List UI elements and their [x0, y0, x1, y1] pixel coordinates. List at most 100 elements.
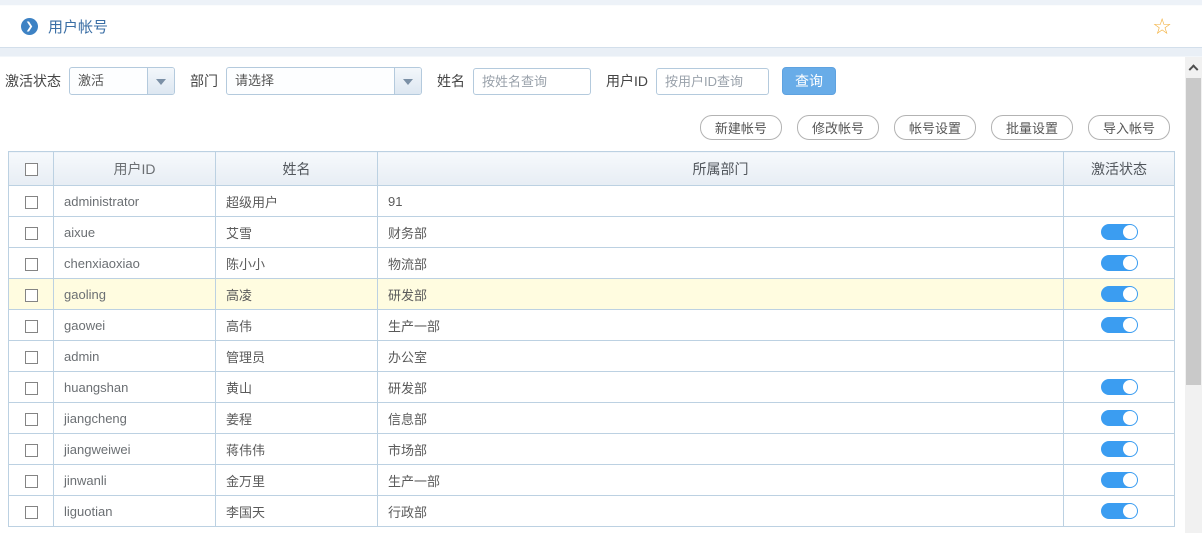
- cell-name: 金万里: [216, 465, 378, 496]
- modify-account-button[interactable]: 修改帐号: [797, 115, 879, 140]
- cell-department: 财务部: [378, 217, 1064, 248]
- cell-department: 行政部: [378, 496, 1064, 527]
- row-checkbox[interactable]: [25, 227, 38, 240]
- toggle-knob: [1123, 411, 1137, 425]
- row-checkbox[interactable]: [25, 444, 38, 457]
- table-row[interactable]: administrator超级用户91: [9, 186, 1175, 217]
- table-row[interactable]: chenxiaoxiao陈小小物流部: [9, 248, 1175, 279]
- status-toggle-on[interactable]: [1101, 224, 1138, 240]
- table-row[interactable]: jiangcheng姜程信息部: [9, 403, 1175, 434]
- cell-name: 管理员: [216, 341, 378, 372]
- vertical-scrollbar[interactable]: [1185, 57, 1202, 533]
- cell-user-id: jinwanli: [54, 465, 216, 496]
- page-header: ❯ 用户帐号 ☆: [0, 6, 1202, 48]
- scrollbar-thumb[interactable]: [1186, 78, 1201, 385]
- name-search-input[interactable]: [473, 68, 591, 95]
- cell-name: 高凌: [216, 279, 378, 310]
- row-checkbox[interactable]: [25, 320, 38, 333]
- cell-department: 信息部: [378, 403, 1064, 434]
- status-toggle-on[interactable]: [1101, 255, 1138, 271]
- cell-status: [1064, 217, 1175, 248]
- column-name: 姓名: [216, 152, 378, 186]
- status-dropdown-value: 激活: [70, 68, 147, 94]
- arrow-circle-icon: ❯: [21, 18, 38, 35]
- column-status: 激活状态: [1064, 152, 1175, 186]
- cell-name: 李国天: [216, 496, 378, 527]
- cell-status: [1064, 372, 1175, 403]
- select-all-checkbox[interactable]: [25, 163, 38, 176]
- status-toggle-on[interactable]: [1101, 503, 1138, 519]
- table-row[interactable]: gaoling高凌研发部: [9, 279, 1175, 310]
- toggle-knob: [1123, 442, 1137, 456]
- row-checkbox[interactable]: [25, 413, 38, 426]
- row-checkbox[interactable]: [25, 506, 38, 519]
- cell-user-id: administrator: [54, 186, 216, 217]
- cell-user-id: gaoling: [54, 279, 216, 310]
- row-checkbox[interactable]: [25, 382, 38, 395]
- toggle-knob: [1123, 318, 1137, 332]
- table-row[interactable]: admin管理员办公室: [9, 341, 1175, 372]
- cell-user-id: chenxiaoxiao: [54, 248, 216, 279]
- status-dropdown-button[interactable]: [147, 68, 174, 94]
- cell-status: [1064, 465, 1175, 496]
- cell-user-id: admin: [54, 341, 216, 372]
- cell-name: 陈小小: [216, 248, 378, 279]
- toggle-knob: [1123, 287, 1137, 301]
- cell-name: 蒋伟伟: [216, 434, 378, 465]
- new-account-button[interactable]: 新建帐号: [700, 115, 782, 140]
- toggle-knob: [1123, 504, 1137, 518]
- import-account-button[interactable]: 导入帐号: [1088, 115, 1170, 140]
- status-toggle-on[interactable]: [1101, 410, 1138, 426]
- filter-bar: 激活状态 激活 部门 请选择 姓名 用户ID 查询: [0, 61, 1202, 101]
- cell-status: [1064, 403, 1175, 434]
- toggle-knob: [1123, 225, 1137, 239]
- table-row[interactable]: gaowei高伟生产一部: [9, 310, 1175, 341]
- account-table-body: administrator超级用户91aixue艾雪财务部chenxiaoxia…: [9, 186, 1175, 527]
- cell-status: [1064, 186, 1175, 217]
- account-settings-button[interactable]: 帐号设置: [894, 115, 976, 140]
- name-filter-label: 姓名: [437, 71, 465, 91]
- status-toggle-on[interactable]: [1101, 472, 1138, 488]
- batch-settings-button[interactable]: 批量设置: [991, 115, 1073, 140]
- userid-search-input[interactable]: [656, 68, 769, 95]
- table-row[interactable]: jiangweiwei蒋伟伟市场部: [9, 434, 1175, 465]
- row-checkbox[interactable]: [25, 475, 38, 488]
- cell-department: 研发部: [378, 279, 1064, 310]
- toggle-knob: [1123, 473, 1137, 487]
- cell-status: [1064, 341, 1175, 372]
- table-row[interactable]: liguotian李国天行政部: [9, 496, 1175, 527]
- status-toggle-on[interactable]: [1101, 286, 1138, 302]
- cell-name: 超级用户: [216, 186, 378, 217]
- cell-user-id: liguotian: [54, 496, 216, 527]
- cell-user-id: huangshan: [54, 372, 216, 403]
- userid-filter-label: 用户ID: [606, 71, 648, 91]
- status-toggle-on[interactable]: [1101, 379, 1138, 395]
- search-button[interactable]: 查询: [782, 67, 836, 95]
- status-toggle-on[interactable]: [1101, 317, 1138, 333]
- toggle-knob: [1123, 256, 1137, 270]
- cell-department: 生产一部: [378, 465, 1064, 496]
- action-buttons: 新建帐号 修改帐号 帐号设置 批量设置 导入帐号: [0, 115, 1202, 140]
- cell-status: [1064, 310, 1175, 341]
- cell-user-id: jiangweiwei: [54, 434, 216, 465]
- header-checkbox-cell: [9, 152, 54, 186]
- table-row[interactable]: jinwanli金万里生产一部: [9, 465, 1175, 496]
- status-dropdown[interactable]: 激活: [69, 67, 175, 95]
- dept-dropdown-button[interactable]: [394, 68, 421, 94]
- row-checkbox[interactable]: [25, 351, 38, 364]
- status-toggle-on[interactable]: [1101, 441, 1138, 457]
- cell-department: 市场部: [378, 434, 1064, 465]
- row-checkbox[interactable]: [25, 258, 38, 271]
- table-row[interactable]: huangshan黄山研发部: [9, 372, 1175, 403]
- row-checkbox[interactable]: [25, 289, 38, 302]
- row-checkbox[interactable]: [25, 196, 38, 209]
- table-header-row: 用户ID 姓名 所属部门 激活状态: [9, 152, 1175, 186]
- cell-status: [1064, 248, 1175, 279]
- scrollbar-up-arrow-icon[interactable]: [1185, 57, 1202, 75]
- cell-status: [1064, 496, 1175, 527]
- cell-department: 研发部: [378, 372, 1064, 403]
- cell-department: 91: [378, 186, 1064, 217]
- table-row[interactable]: aixue艾雪财务部: [9, 217, 1175, 248]
- favorite-star-icon[interactable]: ☆: [1152, 16, 1172, 38]
- dept-dropdown[interactable]: 请选择: [226, 67, 422, 95]
